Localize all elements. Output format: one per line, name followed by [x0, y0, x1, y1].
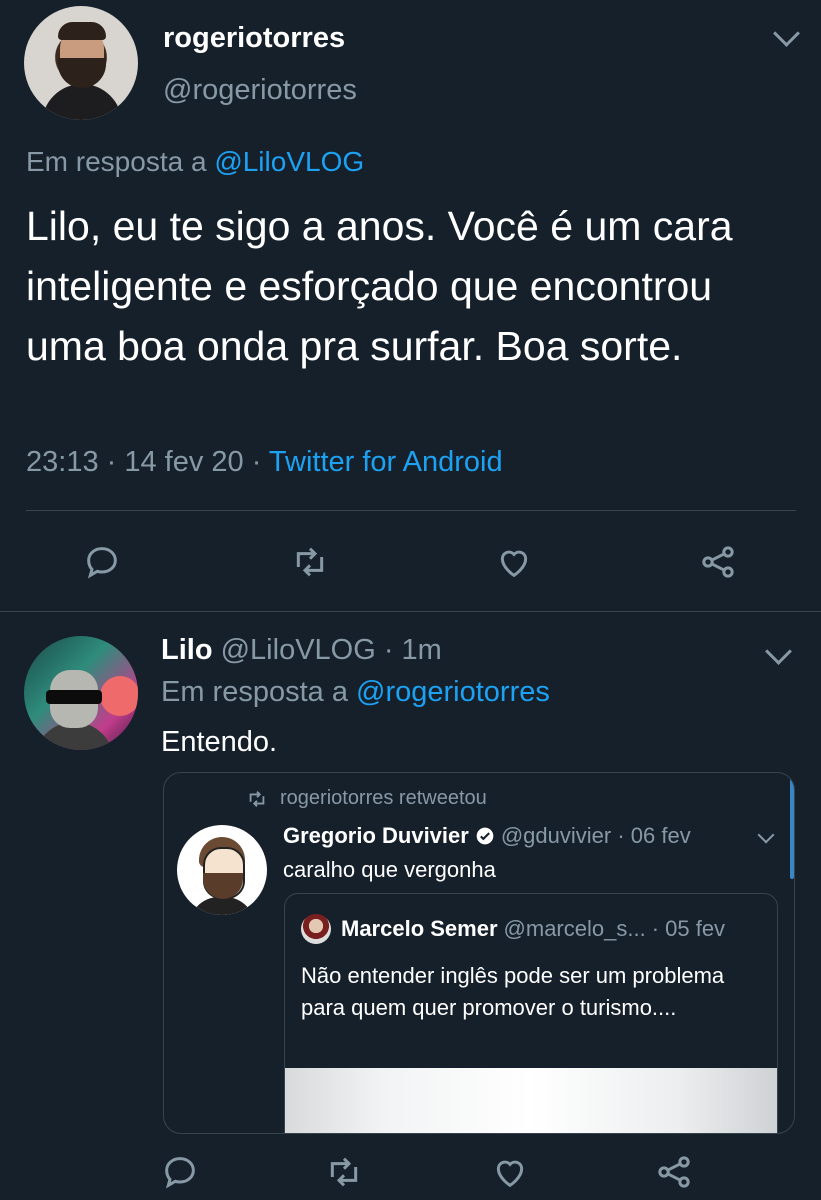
- retweet-icon: [330, 1157, 358, 1187]
- author-handle: @marcelo_s...: [503, 916, 646, 941]
- reply-prefix: Em resposta a: [161, 676, 357, 708]
- retweet-icon: [249, 790, 265, 807]
- embedded-tweet-card[interactable]: rogeriotorres retweetou Gregorio Duvivie…: [163, 772, 795, 1134]
- chevron-down-icon[interactable]: [773, 20, 800, 47]
- verified-badge-icon: [476, 827, 494, 845]
- like-button[interactable]: [488, 1150, 532, 1194]
- author-handle[interactable]: @rogeriotorres: [163, 74, 357, 107]
- retweet-context: rogeriotorres retweetou: [246, 787, 487, 810]
- reply-button[interactable]: [80, 540, 124, 584]
- avatar[interactable]: [24, 6, 138, 120]
- reply-icon: [87, 547, 117, 579]
- avatar: [301, 914, 331, 944]
- like-icon: [500, 550, 528, 578]
- reply-button[interactable]: [158, 1150, 202, 1194]
- author-name: Marcelo Semer: [341, 916, 498, 941]
- divider: [0, 611, 821, 612]
- reply-context: Em resposta a @rogeriotorres: [161, 676, 550, 709]
- like-button[interactable]: [492, 540, 536, 584]
- quoted-tweet-header: Marcelo Semer @marcelo_s... · 05 fev: [341, 916, 725, 942]
- tweet-header: Lilo @LiloVLOG · 1m: [161, 634, 442, 667]
- share-icon: [702, 546, 734, 578]
- reply-icon: [165, 1157, 195, 1189]
- retweet-icon: [296, 547, 324, 577]
- author-name[interactable]: rogeriotorres: [163, 22, 345, 55]
- tweet-meta: 23:13 · 14 fev 20 · Twitter for Android: [26, 446, 503, 479]
- embedded-tweet-text: caralho que vergonha: [283, 857, 496, 882]
- retweet-button[interactable]: [322, 1150, 366, 1194]
- divider: [26, 510, 796, 511]
- tweet-source-link[interactable]: Twitter for Android: [269, 446, 503, 478]
- embedded-tweet-header: Gregorio Duvivier @gduvivier · 06 fev: [283, 823, 691, 849]
- retweet-button[interactable]: [288, 540, 332, 584]
- avatar[interactable]: [24, 636, 138, 750]
- quoted-tweet-image[interactable]: [285, 1068, 777, 1133]
- reply-context: Em resposta a @LiloVLOG: [26, 146, 364, 178]
- scrollbar[interactable]: [790, 779, 794, 879]
- author-name[interactable]: Gregorio Duvivier: [283, 823, 469, 849]
- share-button[interactable]: [652, 1150, 696, 1194]
- reply-to-link[interactable]: @LiloVLOG: [214, 146, 364, 177]
- author-handle-time[interactable]: @LiloVLOG · 1m: [221, 634, 442, 666]
- chevron-down-icon[interactable]: [757, 826, 775, 844]
- share-button[interactable]: [696, 540, 740, 584]
- retweet-label: rogeriotorres retweetou: [280, 787, 487, 809]
- avatar[interactable]: [177, 825, 267, 915]
- tweet-text: Lilo, eu te sigo a anos. Você é um cara …: [26, 203, 733, 369]
- chevron-down-icon[interactable]: [765, 638, 792, 665]
- quoted-tweet-date: · 05 fev: [651, 916, 726, 941]
- author-handle-date[interactable]: @gduvivier · 06 fev: [501, 823, 691, 849]
- reply-prefix: Em resposta a: [26, 146, 215, 177]
- quoted-tweet-text: Não entender inglês pode ser um problema…: [301, 963, 725, 1020]
- like-icon: [496, 1160, 524, 1188]
- reply-to-link[interactable]: @rogeriotorres: [356, 676, 550, 708]
- author-name[interactable]: Lilo: [161, 634, 213, 666]
- share-icon: [658, 1156, 690, 1188]
- tweet-text: Entendo.: [161, 726, 278, 758]
- quoted-tweet[interactable]: Marcelo Semer @marcelo_s... · 05 fev Não…: [284, 893, 778, 1133]
- tweet-timestamp: 23:13 · 14 fev 20 ·: [26, 446, 269, 478]
